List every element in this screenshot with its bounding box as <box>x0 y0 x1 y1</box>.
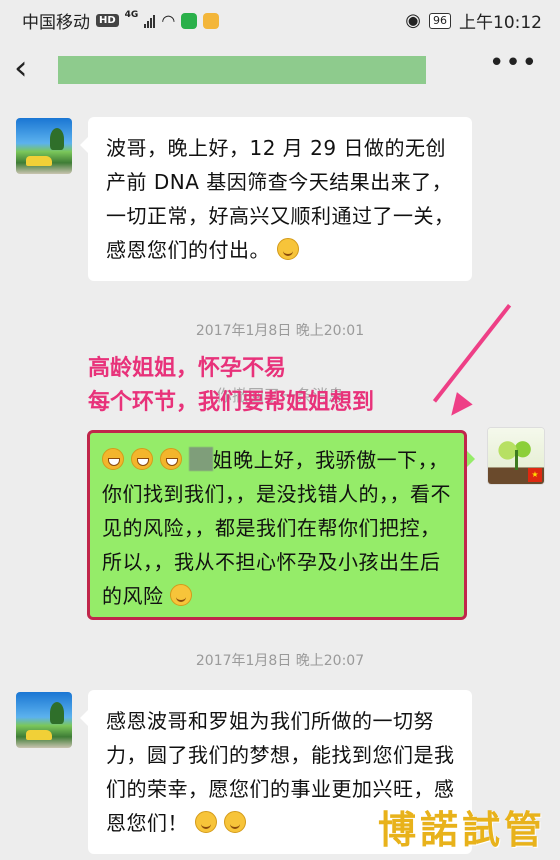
smile-emoji-icon <box>276 238 299 260</box>
message-timestamp: 2017年1月8日 晚上20:07 <box>195 653 365 669</box>
wifi-icon: ◠ <box>161 11 176 30</box>
eye-care-icon: ◉ <box>405 10 421 31</box>
battery-indicator: 96 <box>429 12 451 29</box>
more-button[interactable]: ••• <box>489 48 538 78</box>
network-type: 4G <box>124 9 139 20</box>
chat-header: ‹ ••• <box>0 40 560 100</box>
avatar-tree <box>50 128 64 150</box>
grin-emoji-icon <box>102 448 124 470</box>
message-bubble-incoming[interactable]: 波哥，晚上好，12 月 29 日做的无创产前 DNA 基因筛查今天结果出来了，一… <box>80 117 472 281</box>
clock: 上午10:12 <box>459 13 542 33</box>
more-dots-icon: ••• <box>488 48 538 78</box>
message-bubble-outgoing[interactable]: 姐晚上好，我骄傲一下，，你们找到我们，，是没找错人的，，看不见的风险，，都是我们… <box>87 430 475 620</box>
contact-avatar[interactable] <box>16 118 72 174</box>
app-notification-icon <box>203 12 220 29</box>
signal-icon <box>144 14 156 28</box>
smile-emoji-icon <box>223 811 246 833</box>
flag-icon: ★ <box>528 468 542 482</box>
chat-title-redacted <box>58 56 426 84</box>
message-text: 晚上好，我骄傲一下，，你们找到我们，，是没找错人的，，看不见的风险，，都是我们在… <box>102 448 451 608</box>
status-left: 中国移动 HD 4G ◠ <box>22 8 220 33</box>
avatar-car <box>26 156 52 166</box>
back-button[interactable]: ‹ <box>14 50 28 86</box>
hd-badge: HD <box>96 14 119 27</box>
name-suffix: 姐 <box>212 448 234 472</box>
smile-emoji-icon <box>194 811 217 833</box>
avatar-stem <box>515 450 518 470</box>
wechat-notification-icon <box>181 12 198 29</box>
smile-emoji-icon <box>170 584 193 606</box>
status-right: ◉ 96 上午10:12 <box>405 8 542 33</box>
annotation-line-1: 高龄姐姐，怀孕不易 <box>88 355 287 381</box>
brand-watermark: 博諾試管 <box>377 807 546 852</box>
message-timestamp: 2017年1月8日 晚上20:01 <box>195 323 365 339</box>
chevron-left-icon: ‹ <box>14 48 28 88</box>
avatar-tree <box>50 702 64 724</box>
contact-avatar[interactable] <box>16 692 72 748</box>
grin-emoji-icon <box>130 448 153 470</box>
carrier-label: 中国移动 <box>22 13 90 33</box>
annotation-line-2: 每个环节，我们要帮姐姐想到 <box>88 389 375 415</box>
status-bar: 中国移动 HD 4G ◠ ◉ 96 上午10:12 <box>0 0 560 40</box>
avatar-car <box>26 730 52 740</box>
redacted-name <box>188 447 213 471</box>
grin-emoji-icon <box>159 448 182 470</box>
my-avatar[interactable]: ★ <box>487 427 545 485</box>
